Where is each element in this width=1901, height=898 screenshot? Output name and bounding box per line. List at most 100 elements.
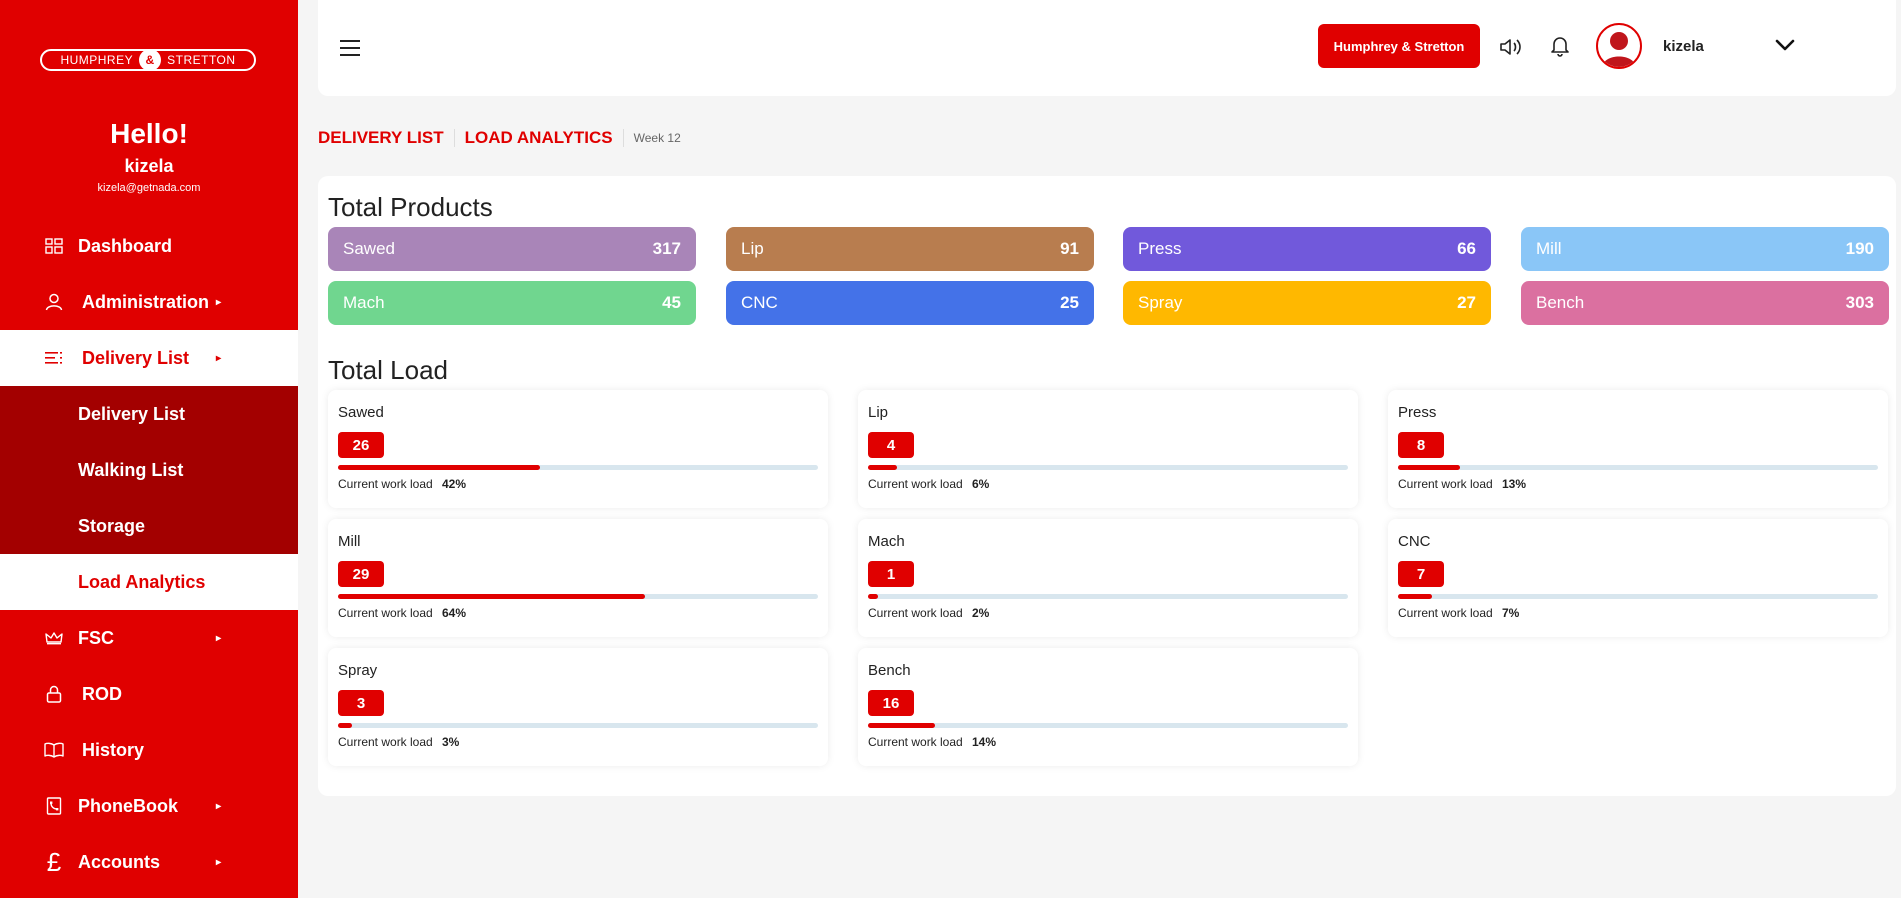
load-card-name: Spray <box>338 662 378 679</box>
submenu-item-label: Storage <box>78 515 146 536</box>
submenu-item-label: Delivery List <box>78 403 186 424</box>
product-name: CNC <box>741 293 778 312</box>
breadcrumb-week: Week 12 <box>633 131 681 145</box>
workload-progress-fill <box>338 594 646 599</box>
load-card-cnc: CNC 7 Current work load 7% <box>1388 519 1888 637</box>
load-card-name: CNC <box>1398 533 1431 550</box>
product-count: 25 <box>1060 293 1079 312</box>
hamburger-menu-icon[interactable] <box>340 40 360 56</box>
delivery-list-submenu: Delivery List Walking List Storage Load … <box>0 386 298 610</box>
product-tile-mach[interactable]: Mach 45 <box>328 281 696 325</box>
product-name: Sawed <box>343 239 395 258</box>
workload-progress-bar <box>338 723 818 728</box>
grid-icon <box>44 236 64 256</box>
bell-icon[interactable] <box>1547 33 1573 59</box>
load-count-badge: 4 <box>868 432 914 458</box>
workload-label: Current work load <box>338 606 433 620</box>
workload-progress-bar <box>1398 594 1878 599</box>
caret-right-icon: ▸ <box>216 296 222 308</box>
product-tile-mill[interactable]: Mill 190 <box>1521 227 1889 271</box>
submenu-item-delivery-list[interactable]: Delivery List <box>0 386 298 442</box>
product-tile-press[interactable]: Press 66 <box>1123 227 1491 271</box>
workload-percent: 2% <box>972 606 990 620</box>
list-icon <box>44 348 64 368</box>
sidebar-item-fsc[interactable]: FSC ▸ <box>0 610 298 666</box>
sidebar-item-label: Accounts <box>78 851 161 872</box>
workload-label: Current work load <box>1398 477 1493 491</box>
product-tile-lip[interactable]: Lip 91 <box>726 227 1094 271</box>
breadcrumb-divider <box>453 129 455 147</box>
sidebar-item-label: PhoneBook <box>78 795 179 816</box>
chevron-down-icon[interactable] <box>1774 38 1796 57</box>
caret-right-icon: ▸ <box>216 352 222 364</box>
product-tile-sawed[interactable]: Sawed 317 <box>328 227 696 271</box>
book-icon <box>44 740 64 760</box>
submenu-item-load-analytics[interactable]: Load Analytics <box>0 554 298 610</box>
workload-progress-bar <box>868 594 1348 599</box>
caret-right-icon: ▸ <box>216 856 222 868</box>
workload-percent: 42% <box>442 477 467 491</box>
load-count-badge: 16 <box>868 690 914 716</box>
header-username[interactable]: kizela <box>1663 38 1704 55</box>
load-count-badge: 3 <box>338 690 384 716</box>
product-count: 66 <box>1457 239 1476 258</box>
workload-percent: 7% <box>1502 606 1520 620</box>
load-card-name: Press <box>1398 404 1437 421</box>
workload-label: Current work load <box>1398 606 1493 620</box>
workload-label: Current work load <box>868 477 963 491</box>
submenu-item-walking-list[interactable]: Walking List <box>0 442 298 498</box>
sidebar-item-rod[interactable]: ROD <box>0 666 298 722</box>
breadcrumb-delivery-list[interactable]: DELIVERY LIST <box>318 128 444 148</box>
load-card-name: Mach <box>868 533 905 550</box>
sidebar-item-label: Dashboard <box>78 235 173 256</box>
product-tile-spray[interactable]: Spray 27 <box>1123 281 1491 325</box>
load-card-mach: Mach 1 Current work load 2% <box>858 519 1358 637</box>
sidebar-item-label: FSC <box>78 627 114 648</box>
workload-label: Current work load <box>868 606 963 620</box>
sidebar-item-delivery-list[interactable]: Delivery List ▸ <box>0 330 298 386</box>
caret-right-icon: ▸ <box>216 632 222 644</box>
submenu-item-label: Load Analytics <box>78 571 206 592</box>
load-count-badge: 1 <box>868 561 914 587</box>
avatar[interactable] <box>1596 23 1642 69</box>
product-name: Bench <box>1536 293 1585 312</box>
product-name: Mill <box>1536 239 1562 258</box>
workload-progress-fill <box>868 465 897 470</box>
brand-logo[interactable]: HUMPHREY & STRETTON <box>40 49 256 71</box>
load-count-badge: 26 <box>338 432 384 458</box>
product-name: Lip <box>741 239 764 258</box>
total-load-title: Total Load <box>328 355 448 385</box>
sidebar-item-history[interactable]: History <box>0 722 298 778</box>
workload-progress-fill <box>1398 465 1461 470</box>
load-card-name: Lip <box>868 404 889 421</box>
load-card-lip: Lip 4 Current work load 6% <box>858 390 1358 508</box>
load-count-badge: 29 <box>338 561 384 587</box>
sidebar-item-label: Administration <box>82 291 210 312</box>
workload-label: Current work load <box>868 735 963 749</box>
sidebar-item-label: Delivery List <box>82 347 190 368</box>
crown-icon <box>44 628 64 648</box>
product-tile-cnc[interactable]: CNC 25 <box>726 281 1094 325</box>
sidebar-item-administration[interactable]: Administration ▸ <box>0 274 298 330</box>
product-count: 317 <box>652 239 681 258</box>
breadcrumb-load-analytics[interactable]: LOAD ANALYTICS <box>465 128 613 148</box>
top-header: Humphrey & Stretton kizela <box>318 0 1896 96</box>
workload-progress-fill <box>868 723 936 728</box>
sidebar-item-label: ROD <box>82 683 122 704</box>
sidebar-item-dashboard[interactable]: Dashboard <box>0 218 298 274</box>
speaker-icon[interactable] <box>1498 34 1524 60</box>
sidebar-item-label: History <box>82 739 145 760</box>
sidebar-item-phonebook[interactable]: PhoneBook ▸ <box>0 778 298 834</box>
brand-button[interactable]: Humphrey & Stretton <box>1318 24 1480 68</box>
workload-label: Current work load <box>338 477 433 491</box>
user-icon <box>44 292 64 312</box>
caret-right-icon: ▸ <box>216 800 222 812</box>
sidebar-email: kizela@getnada.com <box>97 182 201 194</box>
product-count: 303 <box>1845 293 1874 312</box>
load-card-name: Bench <box>868 662 911 679</box>
submenu-item-storage[interactable]: Storage <box>0 498 298 554</box>
product-tile-bench[interactable]: Bench 303 <box>1521 281 1889 325</box>
workload-progress-fill <box>1398 594 1432 599</box>
workload-percent: 13% <box>1502 477 1527 491</box>
sidebar-item-accounts[interactable]: £ Accounts ▸ <box>0 834 298 890</box>
